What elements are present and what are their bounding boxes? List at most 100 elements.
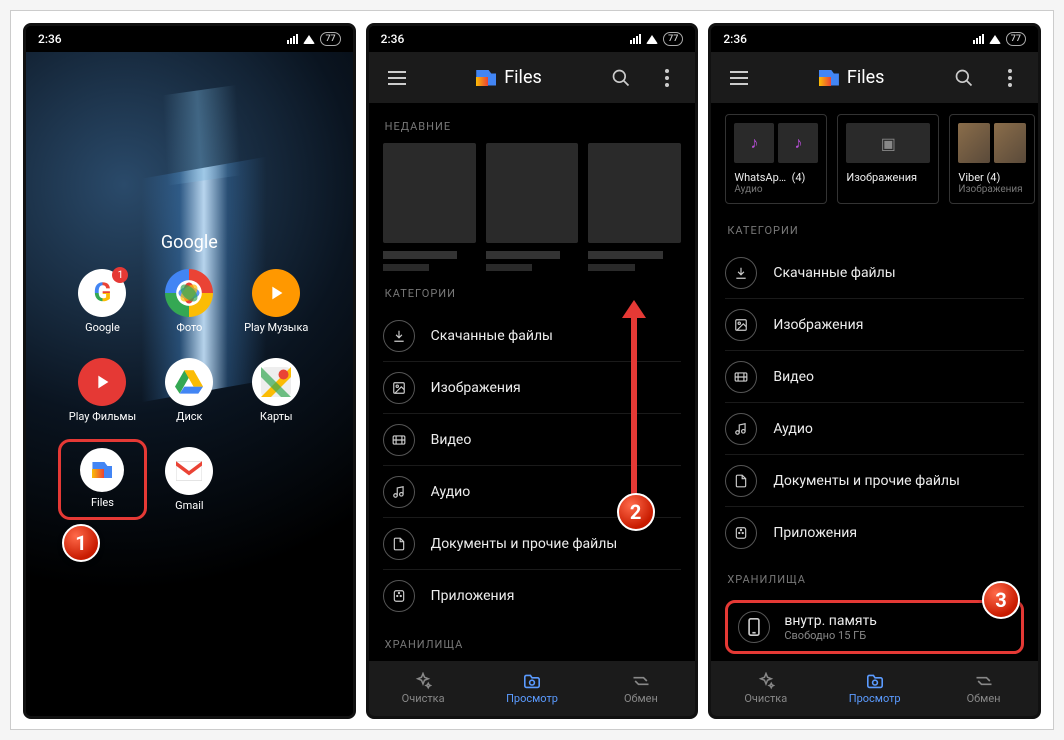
- card-viber-images[interactable]: Viber (4) Изображения: [949, 114, 1035, 204]
- nav-clean[interactable]: Очистка: [369, 661, 478, 716]
- card-subtitle: Аудио: [734, 184, 818, 195]
- storage-title: внутр. память: [784, 613, 877, 629]
- app-toolbar: Files: [711, 52, 1038, 104]
- photo-thumb: [994, 123, 1026, 163]
- browse-content-scrolled[interactable]: ♪♪ WhatsAp… (4) Аудио ▣ Изображения Vibe…: [711, 104, 1038, 660]
- google-folder: Google G1 Google Фото: [66, 232, 313, 512]
- app-photos[interactable]: Фото: [153, 269, 226, 334]
- phone-screen-2: 2:36 77 Files НЕДАВНИЕ: [366, 23, 699, 719]
- category-label: Документы и прочие файлы: [431, 536, 618, 552]
- category-label: Приложения: [431, 588, 515, 604]
- internal-storage-item[interactable]: внутр. память Свободно 15 ГБ: [725, 600, 1024, 654]
- search-button[interactable]: [603, 60, 639, 96]
- phone-screen-3: 2:36 77 Files ♪♪: [708, 23, 1041, 719]
- category-label: Видео: [773, 369, 814, 385]
- menu-button[interactable]: [379, 60, 415, 96]
- category-list: Скачанные файлы Изображения Видео Аудио …: [711, 247, 1038, 559]
- app-grid: G1 Google Фото P: [66, 269, 313, 512]
- app-gmail[interactable]: Gmail: [153, 447, 226, 512]
- category-label: Изображения: [431, 380, 521, 396]
- status-bar: 2:36 77: [369, 26, 696, 52]
- card-images[interactable]: ▣ Изображения: [837, 114, 939, 204]
- wifi-icon: [646, 35, 658, 44]
- storage-subtitle: Свободно 15 ГБ: [784, 629, 877, 642]
- category-label: Видео: [431, 432, 472, 448]
- category-images[interactable]: Изображения: [725, 299, 1024, 351]
- toolbar-title-text: Files: [504, 67, 542, 88]
- apps-icon: [383, 580, 415, 612]
- music-note-icon: ♪: [778, 123, 818, 163]
- step-badge-3: 3: [982, 581, 1020, 619]
- download-icon: [725, 257, 757, 289]
- video-icon: [383, 424, 415, 456]
- status-right: 77: [287, 32, 340, 46]
- app-drive[interactable]: Диск: [153, 358, 226, 423]
- toolbar-title: Files: [819, 67, 885, 88]
- photos-icon: [165, 269, 213, 317]
- audio-icon: [383, 476, 415, 508]
- section-categories: КАТЕГОРИИ: [369, 271, 696, 310]
- section-recent: НЕДАВНИЕ: [369, 104, 696, 143]
- files-logo-icon: [819, 70, 839, 86]
- google-icon: G1: [78, 269, 126, 317]
- recent-card[interactable]: [383, 143, 476, 271]
- app-label: Play Музыка: [244, 321, 308, 334]
- category-audio[interactable]: Аудио: [725, 403, 1024, 455]
- overflow-button[interactable]: [649, 60, 685, 96]
- play-films-icon: [78, 358, 126, 406]
- toolbar-title-text: Files: [847, 67, 885, 88]
- search-button[interactable]: [946, 60, 982, 96]
- document-icon: [725, 465, 757, 497]
- storage-text: внутр. память Свободно 15 ГБ: [784, 613, 877, 642]
- category-downloads[interactable]: Скачанные файлы: [725, 247, 1024, 299]
- app-label: Gmail: [175, 499, 203, 512]
- status-right: 77: [973, 32, 1026, 46]
- app-google[interactable]: G1 Google: [66, 269, 139, 334]
- apps-icon: [725, 517, 757, 549]
- nav-browse[interactable]: Просмотр: [820, 661, 929, 716]
- sparkle-icon: [412, 672, 434, 690]
- app-label: Google: [85, 321, 120, 334]
- battery-icon: 77: [1006, 32, 1026, 46]
- nav-browse[interactable]: Просмотр: [478, 661, 587, 716]
- status-bar: 2:36 77: [711, 26, 1038, 52]
- category-video[interactable]: Видео: [725, 351, 1024, 403]
- menu-button[interactable]: [721, 60, 757, 96]
- nav-share[interactable]: Обмен: [586, 661, 695, 716]
- tutorial-composite: 2:36 77 Google G1 Google: [10, 10, 1054, 730]
- nav-share[interactable]: Обмен: [929, 661, 1038, 716]
- overflow-button[interactable]: [992, 60, 1028, 96]
- hamburger-icon: [388, 71, 406, 85]
- app-maps[interactable]: Карты: [240, 358, 313, 423]
- app-label: Диск: [176, 410, 202, 423]
- status-time: 2:36: [723, 32, 747, 46]
- gmail-icon: [165, 447, 213, 495]
- app-toolbar: Files: [369, 52, 696, 104]
- app-play-music[interactable]: Play Музыка: [240, 269, 313, 334]
- step-badge-1: 1: [62, 524, 100, 562]
- folder-icon: [521, 672, 543, 690]
- music-note-icon: ♪: [734, 123, 774, 163]
- status-bar: 2:36 77: [26, 26, 353, 52]
- section-categories: КАТЕГОРИИ: [711, 214, 1038, 247]
- category-documents[interactable]: Документы и прочие файлы: [725, 455, 1024, 507]
- image-thumb-icon: ▣: [846, 123, 930, 163]
- category-apps[interactable]: Приложения: [725, 507, 1024, 559]
- app-files-highlighted[interactable]: Files: [58, 439, 147, 520]
- card-whatsapp-audio[interactable]: ♪♪ WhatsAp… (4) Аудио: [725, 114, 827, 204]
- recent-card[interactable]: [486, 143, 579, 271]
- recent-card[interactable]: [588, 143, 681, 271]
- browse-content[interactable]: НЕДАВНИЕ КАТЕГОРИИ Скачанные файлы Изобр…: [369, 104, 696, 660]
- category-apps[interactable]: Приложения: [383, 570, 682, 622]
- card-subtitle: Изображения: [958, 184, 1026, 195]
- hamburger-icon: [730, 71, 748, 85]
- document-icon: [383, 528, 415, 560]
- nav-label: Просмотр: [849, 692, 901, 705]
- nav-clean[interactable]: Очистка: [711, 661, 820, 716]
- category-label: Изображения: [773, 317, 863, 333]
- bottom-nav: Очистка Просмотр Обмен: [711, 660, 1038, 716]
- card-title: Изображения: [846, 171, 930, 184]
- app-label: Play Фильмы: [69, 410, 136, 423]
- app-play-films[interactable]: Play Фильмы: [66, 358, 139, 423]
- battery-icon: 77: [663, 32, 683, 46]
